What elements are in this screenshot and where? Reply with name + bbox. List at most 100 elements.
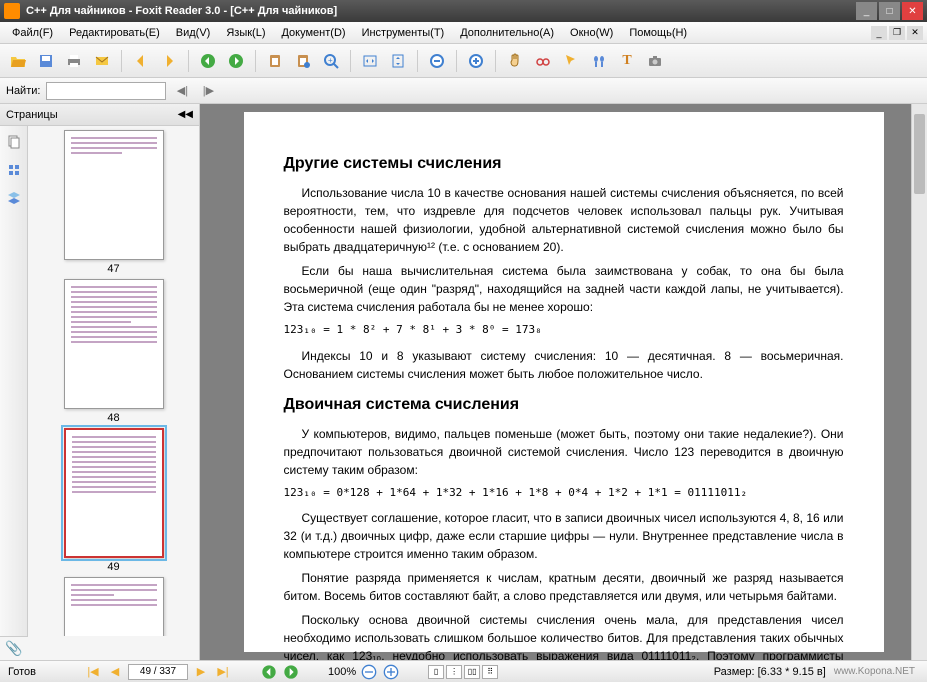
sidebar-title: Страницы — [6, 109, 58, 121]
fit-width-button[interactable] — [358, 49, 382, 73]
next-page-button[interactable] — [157, 49, 181, 73]
page-size: Размер: [6.33 * 9.15 в] — [714, 666, 826, 678]
select-tool-button[interactable] — [559, 49, 583, 73]
open-button[interactable] — [6, 49, 30, 73]
paragraph: Понятие разряда применяется к числам, кр… — [284, 569, 844, 605]
separator — [255, 50, 256, 72]
sidebar: Страницы ◀◀ 47 48 49 — [0, 104, 200, 660]
menu-view[interactable]: Вид(V) — [168, 25, 219, 41]
glasses-button[interactable] — [531, 49, 555, 73]
formula: 123₁₀ = 0*128 + 1*64 + 1*32 + 1*16 + 1*8… — [284, 485, 844, 502]
app-icon — [4, 3, 20, 19]
thumb-label: 47 — [64, 263, 164, 275]
menu-file[interactable]: Файл(F) — [4, 25, 61, 41]
continuous-view[interactable]: ⋮ — [446, 665, 462, 679]
paragraph: Использование числа 10 в качестве основа… — [284, 184, 844, 256]
thumbnail-50[interactable]: 50 — [64, 577, 164, 636]
menu-advanced[interactable]: Дополнительно(A) — [452, 25, 562, 41]
formula: 123₁₀ = 1 * 8² + 7 * 8¹ + 3 * 8⁰ = 173₈ — [284, 322, 844, 339]
find-prev-button[interactable]: ◀| — [172, 82, 192, 100]
nav-forward-button[interactable] — [282, 664, 300, 680]
thumbnail-49[interactable]: 49 — [64, 428, 164, 573]
close-button[interactable]: ✕ — [902, 2, 923, 20]
last-page-button-status[interactable]: ▶| — [214, 664, 232, 680]
fit-page-button[interactable] — [386, 49, 410, 73]
find-next-button[interactable]: |▶ — [198, 82, 218, 100]
findbar: Найти: ◀| |▶ — [0, 78, 927, 104]
text-tool-button[interactable]: T — [615, 49, 639, 73]
window-title: C++ Для чайников - Foxit Reader 3.0 - [C… — [26, 5, 856, 17]
attachments-tab[interactable]: 📎 — [0, 636, 28, 660]
single-page-view[interactable]: ▯ — [428, 665, 444, 679]
zoom-in-button[interactable]: + — [319, 49, 343, 73]
next-page-button-status[interactable]: ▶ — [192, 664, 210, 680]
inner-minimize-button[interactable]: _ — [871, 26, 887, 40]
thumbnail-47[interactable]: 47 — [64, 130, 164, 275]
inner-close-button[interactable]: ✕ — [907, 26, 923, 40]
layers-tab[interactable] — [4, 188, 24, 208]
heading-1: Другие системы счисления — [284, 152, 844, 176]
status-ready: Готов — [8, 666, 36, 678]
first-page-button[interactable]: |◀ — [84, 664, 102, 680]
zoom-out-button[interactable] — [425, 49, 449, 73]
menu-edit[interactable]: Редактировать(E) — [61, 25, 168, 41]
thumbnail-48[interactable]: 48 — [64, 279, 164, 424]
vertical-scrollbar[interactable] — [911, 104, 927, 660]
document-viewport[interactable]: Другие системы счисления Использование ч… — [200, 104, 927, 660]
inner-restore-button[interactable]: ❐ — [889, 26, 905, 40]
paragraph: Индексы 10 и 8 указывают систему счислен… — [284, 347, 844, 383]
paragraph: Если бы наша вычислительная система была… — [284, 262, 844, 316]
clipboard-region-button[interactable] — [291, 49, 315, 73]
separator — [417, 50, 418, 72]
maximize-button[interactable]: □ — [879, 2, 900, 20]
collapse-sidebar-button[interactable]: ◀◀ — [178, 109, 193, 120]
hand-tool-button[interactable] — [503, 49, 527, 73]
separator — [350, 50, 351, 72]
menu-document[interactable]: Документ(D) — [273, 25, 353, 41]
separator — [188, 50, 189, 72]
zoom-level: 100% — [328, 666, 356, 678]
menu-window[interactable]: Окно(W) — [562, 25, 621, 41]
page-number-input[interactable] — [128, 664, 188, 680]
prev-page-button-status[interactable]: ◀ — [106, 664, 124, 680]
toolbar: + T — [0, 44, 927, 78]
thumb-label: 49 — [64, 561, 164, 573]
print-button[interactable] — [62, 49, 86, 73]
continuous-facing-view[interactable]: ⠿ — [482, 665, 498, 679]
minimize-button[interactable]: _ — [856, 2, 877, 20]
snapshot-button[interactable] — [643, 49, 667, 73]
pages-tab[interactable] — [4, 132, 24, 152]
find-button[interactable] — [587, 49, 611, 73]
thumb-label: 48 — [64, 412, 164, 424]
menu-help[interactable]: Помощь(H) — [621, 25, 695, 41]
paragraph: У компьютеров, видимо, пальцев поменьше … — [284, 425, 844, 479]
separator — [456, 50, 457, 72]
prev-page-button[interactable] — [129, 49, 153, 73]
back-button[interactable] — [196, 49, 220, 73]
watermark: www.Kopona.NET — [834, 666, 919, 677]
separator — [495, 50, 496, 72]
thumbnails-panel[interactable]: 47 48 49 50 — [28, 126, 199, 636]
zoom-in-status[interactable] — [382, 664, 400, 680]
clipboard-button[interactable] — [263, 49, 287, 73]
find-label: Найти: — [6, 85, 40, 97]
menu-tools[interactable]: Инструменты(T) — [354, 25, 453, 41]
menubar: Файл(F) Редактировать(E) Вид(V) Язык(L) … — [0, 22, 927, 44]
separator — [121, 50, 122, 72]
titlebar: C++ Для чайников - Foxit Reader 3.0 - [C… — [0, 0, 927, 22]
page-content: Другие системы счисления Использование ч… — [244, 112, 884, 652]
save-button[interactable] — [34, 49, 58, 73]
statusbar: Готов |◀ ◀ ▶ ▶| 100% ▯ ⋮ ▯▯ ⠿ Размер: [6… — [0, 660, 927, 682]
forward-button[interactable] — [224, 49, 248, 73]
zoom-out-status[interactable] — [360, 664, 378, 680]
nav-back-button[interactable] — [260, 664, 278, 680]
facing-view[interactable]: ▯▯ — [464, 665, 480, 679]
zoom-plus-button[interactable] — [464, 49, 488, 73]
paragraph: Поскольку основа двоичной системы счисле… — [284, 611, 844, 660]
menu-language[interactable]: Язык(L) — [218, 25, 273, 41]
sidebar-header: Страницы ◀◀ — [0, 104, 199, 126]
bookmarks-tab[interactable] — [4, 160, 24, 180]
scroll-thumb[interactable] — [914, 114, 925, 194]
email-button[interactable] — [90, 49, 114, 73]
find-input[interactable] — [46, 82, 166, 100]
